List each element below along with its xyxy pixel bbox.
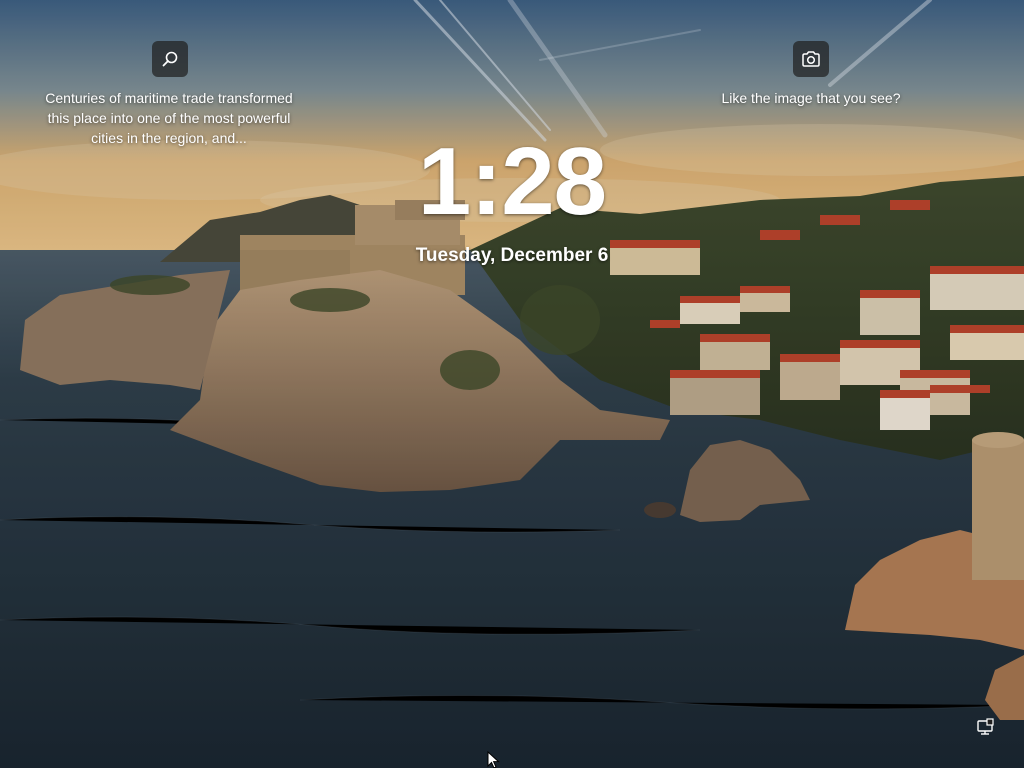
camera-icon <box>802 51 820 67</box>
lock-screen-date: Tuesday, December 6 <box>415 245 609 266</box>
like-image-prompt[interactable]: Like the image that you see? <box>700 88 922 108</box>
mouse-cursor-icon <box>487 751 500 768</box>
search-icon <box>162 51 178 67</box>
spotlight-camera-button[interactable] <box>793 41 829 77</box>
lock-screen-clock: 1:28 <box>417 128 607 235</box>
network-icon[interactable] <box>976 718 994 736</box>
spotlight-description[interactable]: Centuries of maritime trade transformed … <box>34 88 304 148</box>
spotlight-search-button[interactable] <box>152 41 188 77</box>
